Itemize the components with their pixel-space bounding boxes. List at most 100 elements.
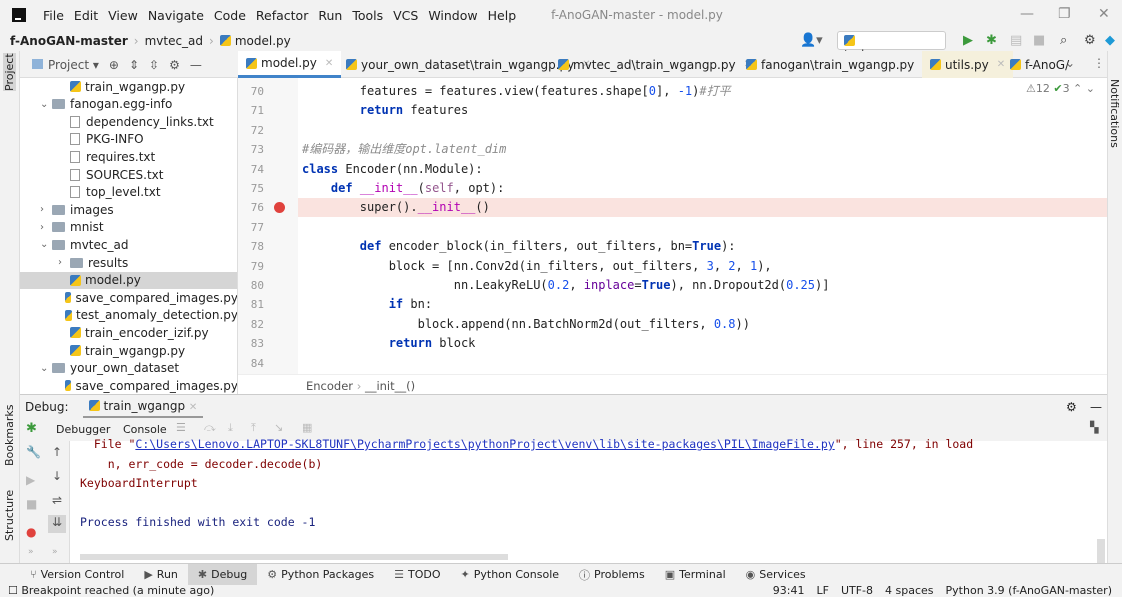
tree-item[interactable]: requires.txt	[20, 148, 237, 165]
minimize-icon[interactable]: —	[1020, 6, 1034, 22]
debug-session-tab[interactable]: train_wgangp ✕	[82, 396, 204, 418]
soft-wrap-icon[interactable]: ⇌	[52, 493, 62, 507]
more-icon[interactable]: »	[28, 547, 34, 557]
search-icon[interactable]: ⌕	[1060, 33, 1067, 48]
crumb-class[interactable]: Encoder	[306, 379, 353, 393]
traceback-file-link[interactable]: C:\Users\Lenovo.LAPTOP-SKL8TUNF\PycharmP…	[135, 437, 834, 451]
chevron-down-icon[interactable]: ⌄	[40, 99, 52, 110]
step-out-icon[interactable]: ⤒	[251, 421, 256, 435]
run-icon[interactable]: ▶	[963, 33, 973, 48]
collapse-all-icon[interactable]: ⇳	[149, 58, 159, 72]
wrench-icon[interactable]: 🔧	[26, 445, 41, 459]
menu-run[interactable]: Run	[313, 8, 347, 23]
menu-file[interactable]: File	[38, 8, 69, 23]
tree-item[interactable]: model.py	[20, 271, 237, 289]
up-arrow-icon[interactable]: ↑	[52, 445, 62, 459]
tool-services[interactable]: ◉ Services	[736, 564, 816, 586]
code-line[interactable]: return block	[302, 334, 476, 353]
vertical-scrollbar[interactable]	[1097, 539, 1105, 563]
code-line[interactable]: #编码器，输出维度opt.latent_dim	[302, 140, 506, 159]
indent-setting[interactable]: 4 spaces	[885, 585, 934, 597]
tree-item[interactable]: save_compared_images.py	[20, 377, 237, 394]
file-encoding[interactable]: UTF-8	[841, 585, 873, 597]
breadcrumb-folder[interactable]: mvtec_ad	[145, 34, 203, 48]
close-tab-icon[interactable]: ✕	[325, 58, 333, 69]
more-icon[interactable]: »	[52, 547, 58, 557]
chevron-down-icon[interactable]: ⌄	[40, 363, 52, 374]
restore-icon[interactable]: ❐	[1058, 6, 1071, 22]
hide-icon[interactable]: —	[1090, 400, 1102, 414]
caret-position[interactable]: 93:41	[773, 585, 805, 597]
horizontal-scrollbar[interactable]	[80, 554, 508, 560]
line-separator[interactable]: LF	[816, 585, 828, 597]
editor-tab[interactable]: model.py ✕	[238, 51, 342, 78]
inspection-widget[interactable]: ⚠12 ✔3 ⌃ ⌄	[1026, 82, 1095, 95]
structure-tool-button[interactable]: Structure	[3, 490, 16, 541]
tree-item[interactable]: › mnist	[20, 219, 237, 236]
debug-console[interactable]: File "C:\Users\Lenovo.LAPTOP-SKL8TUNF\Py…	[70, 437, 1107, 563]
tree-item[interactable]: save_compared_images.py	[20, 289, 237, 306]
tabs-overflow-icon[interactable]: ⌄	[1065, 56, 1075, 70]
tool-version-control[interactable]: ⑂ Version Control	[0, 564, 134, 586]
code-line[interactable]: nn.LeakyReLU(0.2, inplace=True), nn.Drop…	[302, 276, 830, 295]
debug-bug-icon[interactable]: ✱	[986, 33, 997, 48]
crumb-method[interactable]: __init__()	[365, 379, 415, 393]
menu-edit[interactable]: Edit	[69, 8, 103, 23]
code-line[interactable]: block.append(nn.BatchNorm2d(out_filters,…	[302, 315, 750, 334]
step-over-icon[interactable]: ⤼	[204, 421, 216, 435]
resume-icon[interactable]: ▶	[26, 473, 35, 487]
menu-code[interactable]: Code	[209, 8, 251, 23]
breadcrumb-file[interactable]: model.py	[235, 34, 291, 48]
tree-item[interactable]: PKG-INFO	[20, 131, 237, 148]
code-line[interactable]: if bn:	[302, 295, 432, 314]
tree-item[interactable]: train_encoder_izif.py	[20, 324, 237, 341]
more-icon[interactable]: ⋮	[1093, 56, 1105, 70]
menu-view[interactable]: View	[103, 8, 143, 23]
tree-item[interactable]: › images	[20, 201, 237, 218]
stop-icon[interactable]: ■	[1033, 33, 1045, 48]
editor-tab[interactable]: mvtec_ad\train_wgangp.py✕	[550, 51, 760, 78]
code-line[interactable]: return features	[302, 101, 468, 120]
tree-item[interactable]: ⌄ mvtec_ad	[20, 236, 237, 253]
tab-console[interactable]: Console	[123, 423, 167, 436]
tree-item[interactable]: ⌄ your_own_dataset	[20, 360, 237, 377]
layout-icon[interactable]: ▚	[1090, 421, 1098, 434]
code-line[interactable]: class Encoder(nn.Module):	[302, 160, 483, 179]
code-line[interactable]: def encoder_block(in_filters, out_filter…	[302, 237, 736, 256]
tool-run[interactable]: ▶ Run	[134, 564, 188, 586]
menu-tools[interactable]: Tools	[347, 8, 388, 23]
code-editor[interactable]: 70 71 72 73 74 75 76 77 78 79 80 81 82 83 84 features …	[238, 78, 1107, 374]
chevron-right-icon[interactable]: ›	[58, 257, 70, 268]
chevron-down-icon[interactable]: ⌄	[40, 239, 52, 250]
project-view-select[interactable]: Project ▾	[32, 58, 99, 72]
menu-icon[interactable]: ☰	[176, 421, 186, 434]
gear-icon[interactable]: ⚙	[169, 58, 180, 72]
menu-window[interactable]: Window	[423, 8, 482, 23]
python-interpreter[interactable]: Python 3.9 (f-AnoGAN-master)	[946, 585, 1112, 597]
breakpoints-icon[interactable]: ●	[26, 525, 36, 539]
stop-icon[interactable]: ■	[26, 497, 37, 511]
tree-item[interactable]: SOURCES.txt	[20, 166, 237, 183]
tool-python-console[interactable]: ✦ Python Console	[451, 564, 570, 586]
code-line[interactable]: super().__init__()	[302, 198, 490, 217]
tree-item[interactable]: ⌄ fanogan.egg-info	[20, 96, 237, 113]
evaluate-icon[interactable]: ▦	[302, 421, 312, 434]
tool-problems[interactable]: ⓘ Problems	[569, 564, 655, 586]
tree-item[interactable]: top_level.txt	[20, 184, 237, 201]
tree-item[interactable]: train_wgangp.py	[20, 342, 237, 359]
chevron-right-icon[interactable]: ›	[40, 204, 52, 215]
tool-python-packages[interactable]: ⚙ Python Packages	[257, 564, 384, 586]
gear-icon[interactable]: ⚙	[1066, 400, 1077, 414]
coverage-icon[interactable]: ▤	[1010, 33, 1022, 48]
run-config-select[interactable]: train_wgangp ▼	[837, 31, 946, 62]
tool-debug[interactable]: ✱ Debug	[187, 563, 258, 586]
hide-icon[interactable]: —	[190, 58, 202, 72]
tree-item[interactable]: train_wgangp.py	[20, 78, 237, 95]
menu-refactor[interactable]: Refactor	[251, 8, 313, 23]
run-to-cursor-icon[interactable]: ↘	[274, 421, 283, 434]
breadcrumb-project[interactable]: f-AnoGAN-master	[10, 34, 128, 48]
notifications-tool-button[interactable]: Notifications	[1108, 79, 1121, 148]
expand-all-icon[interactable]: ⇕	[129, 58, 139, 72]
code-line[interactable]: block = [nn.Conv2d(in_filters, out_filte…	[302, 257, 772, 276]
chevron-right-icon[interactable]: ›	[40, 222, 52, 233]
